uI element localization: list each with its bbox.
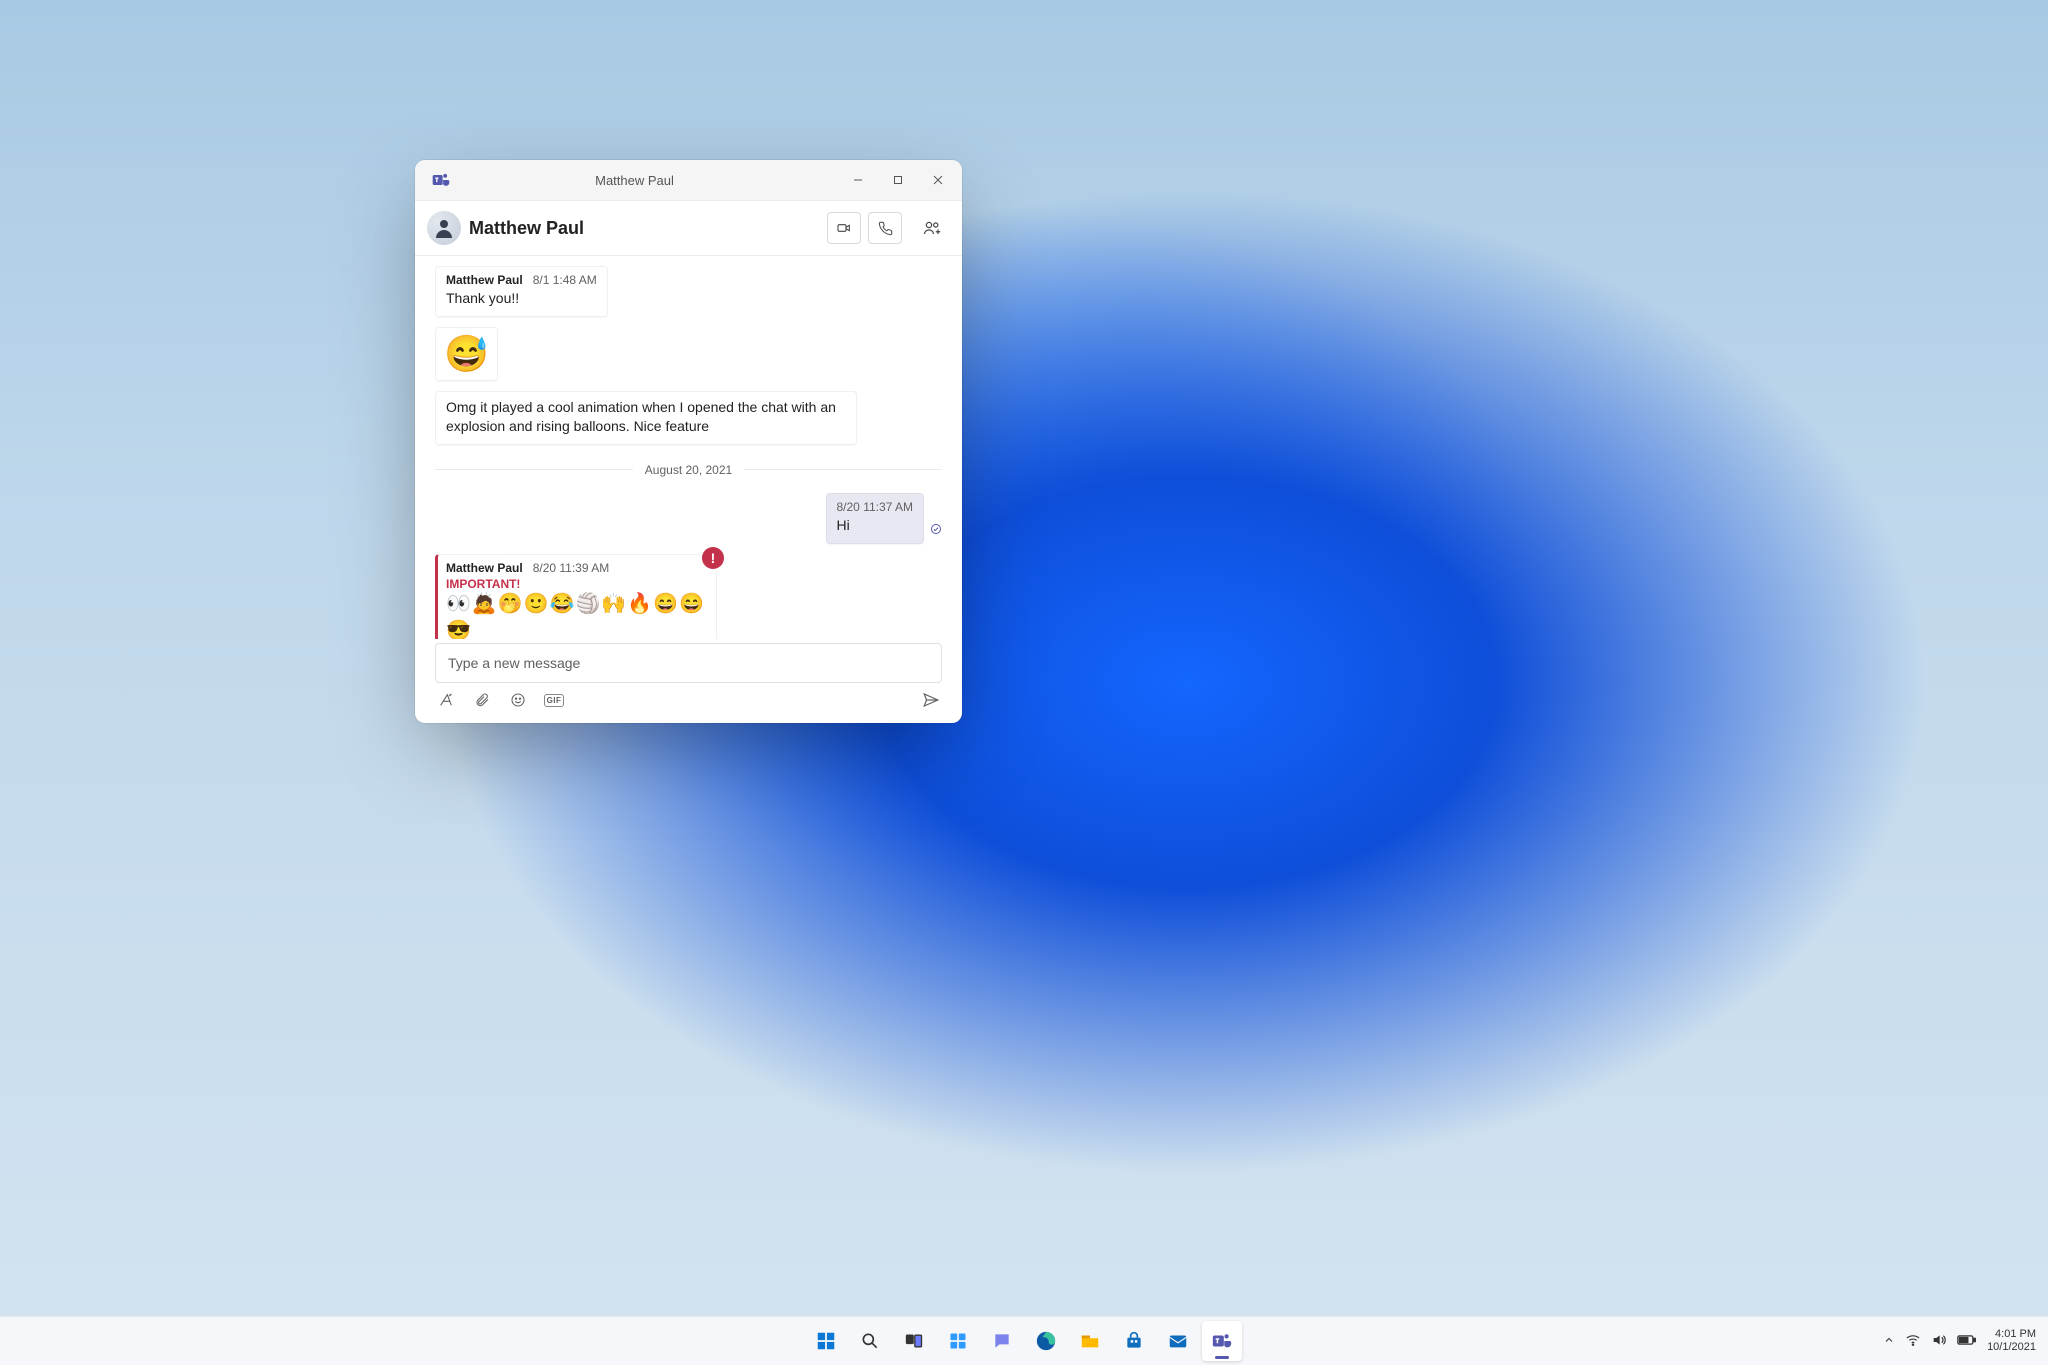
compose-area: Type a new message GIF: [415, 639, 962, 723]
contact-name: Matthew Paul: [469, 218, 819, 239]
emoji-icon: 😅: [444, 336, 489, 372]
message-list: Matthew Paul 8/1 1:48 AM Thank you!! 😅 O…: [415, 256, 962, 639]
message-incoming: 😅: [435, 327, 942, 381]
message-time: 8/20 11:39 AM: [533, 561, 610, 575]
message-input[interactable]: Type a new message: [435, 643, 942, 683]
title-bar: Matthew Paul: [415, 160, 962, 201]
message-time: 8/20 11:37 AM: [837, 500, 914, 514]
attachment-icon[interactable]: [473, 691, 491, 709]
store-icon[interactable]: [1114, 1321, 1154, 1361]
maximize-button[interactable]: [878, 160, 918, 200]
taskbar-center: [806, 1321, 1242, 1361]
taskbar-clock[interactable]: 4:01 PM 10/1/2021: [1987, 1328, 2036, 1354]
start-icon[interactable]: [806, 1321, 846, 1361]
window-title: Matthew Paul: [451, 173, 838, 188]
message-bubble[interactable]: 8/20 11:37 AM Hi: [826, 493, 925, 544]
message-body: Thank you!!: [446, 289, 597, 308]
contact-avatar[interactable]: [427, 211, 461, 245]
teams-chat-window: Matthew Paul Matthew Paul Matthew Paul: [415, 160, 962, 723]
battery-icon[interactable]: [1957, 1333, 1977, 1350]
taskbar: 4:01 PM 10/1/2021: [0, 1316, 2048, 1365]
message-incoming: Omg it played a cool animation when I op…: [435, 391, 942, 445]
message-author: Matthew Paul: [446, 561, 523, 575]
message-author: Matthew Paul: [446, 273, 523, 287]
volume-icon[interactable]: [1931, 1332, 1947, 1351]
search-icon[interactable]: [850, 1321, 890, 1361]
wifi-icon[interactable]: [1905, 1332, 1921, 1351]
system-tray: 4:01 PM 10/1/2021: [1883, 1317, 2036, 1365]
read-receipt-icon: [930, 522, 942, 544]
chat-icon[interactable]: [982, 1321, 1022, 1361]
format-icon[interactable]: [437, 691, 455, 709]
taskbar-time: 4:01 PM: [1987, 1328, 2036, 1341]
compose-toolbar: GIF: [435, 683, 942, 709]
message-outgoing: 8/20 11:37 AM Hi: [435, 493, 942, 544]
teams-app-icon: [431, 170, 451, 190]
audio-call-button[interactable]: [868, 212, 902, 244]
date-separator: August 20, 2021: [435, 463, 942, 477]
widgets-icon[interactable]: [938, 1321, 978, 1361]
message-incoming-urgent: ! Matthew Paul 8/20 11:39 AM IMPORTANT! …: [435, 554, 942, 639]
emoji-message-bubble[interactable]: 😅: [435, 327, 498, 381]
tray-overflow-icon[interactable]: [1883, 1334, 1895, 1349]
teams-taskbar-icon[interactable]: [1202, 1321, 1242, 1361]
send-icon[interactable]: [922, 691, 940, 709]
edge-icon[interactable]: [1026, 1321, 1066, 1361]
urgent-message-bubble[interactable]: ! Matthew Paul 8/20 11:39 AM IMPORTANT! …: [435, 554, 717, 639]
video-call-button[interactable]: [827, 212, 861, 244]
gif-label: GIF: [544, 694, 565, 707]
message-bubble[interactable]: Omg it played a cool animation when I op…: [435, 391, 857, 445]
close-button[interactable]: [918, 160, 958, 200]
taskbar-date: 10/1/2021: [1987, 1341, 2036, 1354]
file-explorer-icon[interactable]: [1070, 1321, 1110, 1361]
message-incoming: Matthew Paul 8/1 1:48 AM Thank you!!: [435, 266, 942, 317]
task-view-icon[interactable]: [894, 1321, 934, 1361]
minimize-button[interactable]: [838, 160, 878, 200]
add-people-button[interactable]: [916, 213, 948, 243]
important-label: IMPORTANT!: [446, 577, 706, 591]
message-body: Omg it played a cool animation when I op…: [446, 398, 846, 436]
gif-icon[interactable]: GIF: [545, 691, 563, 709]
emoji-picker-icon[interactable]: [509, 691, 527, 709]
message-time: 8/1 1:48 AM: [533, 273, 597, 287]
message-body: 👀🙇🤭🙂😂🏐🙌🔥😄😄😎: [446, 591, 706, 639]
date-separator-label: August 20, 2021: [645, 463, 732, 477]
message-bubble[interactable]: Matthew Paul 8/1 1:48 AM Thank you!!: [435, 266, 608, 317]
chat-header: Matthew Paul: [415, 201, 962, 256]
window-controls: [838, 160, 958, 200]
mail-icon[interactable]: [1158, 1321, 1198, 1361]
urgent-badge-icon: !: [702, 547, 724, 569]
message-body: Hi: [837, 516, 914, 535]
